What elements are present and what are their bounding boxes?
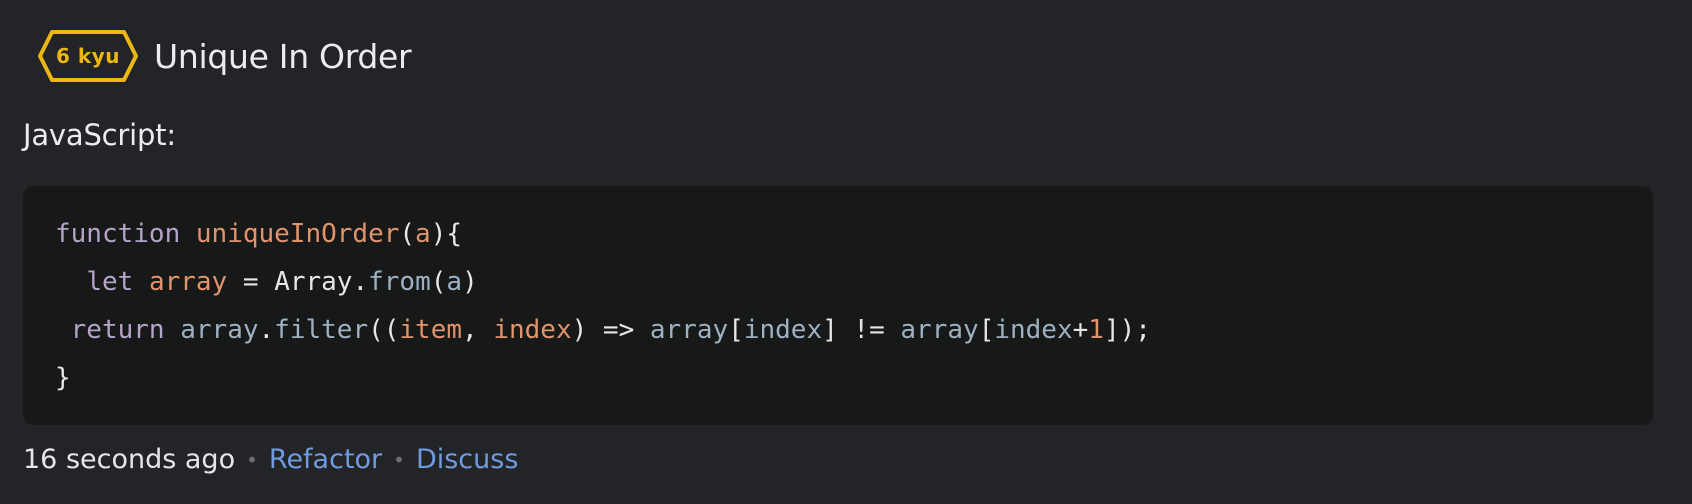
code-token: . [258,315,275,345]
code-token: let [86,267,134,297]
code-token: from [368,267,431,297]
code-lines: function uniqueInOrder(a){ let array = A… [55,210,1621,402]
code-token: [ [978,315,995,345]
language-label: JavaScript: [23,118,176,152]
separator-dot: • [393,447,405,472]
code-line: return array.filter((item, index) => arr… [55,306,1621,354]
code-token: + [1072,315,1089,345]
code-token: index [493,315,572,345]
solution-footer: 16 seconds ago • Refactor • Discuss [23,444,518,475]
code-token: a [446,267,463,297]
code-token: , [462,315,494,345]
code-token: array [900,315,979,345]
code-token: ){ [430,219,463,249]
code-token: item [399,315,463,345]
code-token: 1 [1088,315,1104,345]
code-line: function uniqueInOrder(a){ [55,210,1621,258]
kata-header: 6 kyu Unique In Order [38,28,412,84]
rank-badge: 6 kyu [38,29,138,83]
separator-dot: • [246,447,258,472]
code-line: } [55,354,1621,402]
code-token: ( [399,219,416,249]
code-token: array [649,315,729,345]
discuss-link[interactable]: Discuss [416,444,518,475]
code-token: = [227,267,275,297]
code-token: [ [728,315,744,345]
code-token: function [55,219,181,249]
code-token: Array [274,267,353,297]
code-token: . [352,267,369,297]
code-line: let array = Array.from(a) [55,258,1621,306]
code-token: } [55,363,71,393]
code-token: array [180,315,259,345]
timestamp: 16 seconds ago [23,444,236,475]
code-token: index [743,315,823,345]
code-token: ( [430,267,447,297]
code-token: a [415,219,431,249]
code-token: return [70,315,165,345]
code-block: function uniqueInOrder(a){ let array = A… [23,186,1653,425]
refactor-link[interactable]: Refactor [269,444,382,475]
code-token: filter [274,315,369,345]
code-token: ) => [571,315,650,345]
code-token: (( [368,315,400,345]
kata-title[interactable]: Unique In Order [154,37,412,76]
code-token: array [148,267,228,297]
code-token: ] != [822,315,901,345]
code-token: uniqueInOrder [195,219,400,249]
rank-label: 6 kyu [56,44,120,68]
code-token: index [994,315,1073,345]
code-token: ) [462,267,478,297]
code-token: ]); [1103,315,1151,345]
